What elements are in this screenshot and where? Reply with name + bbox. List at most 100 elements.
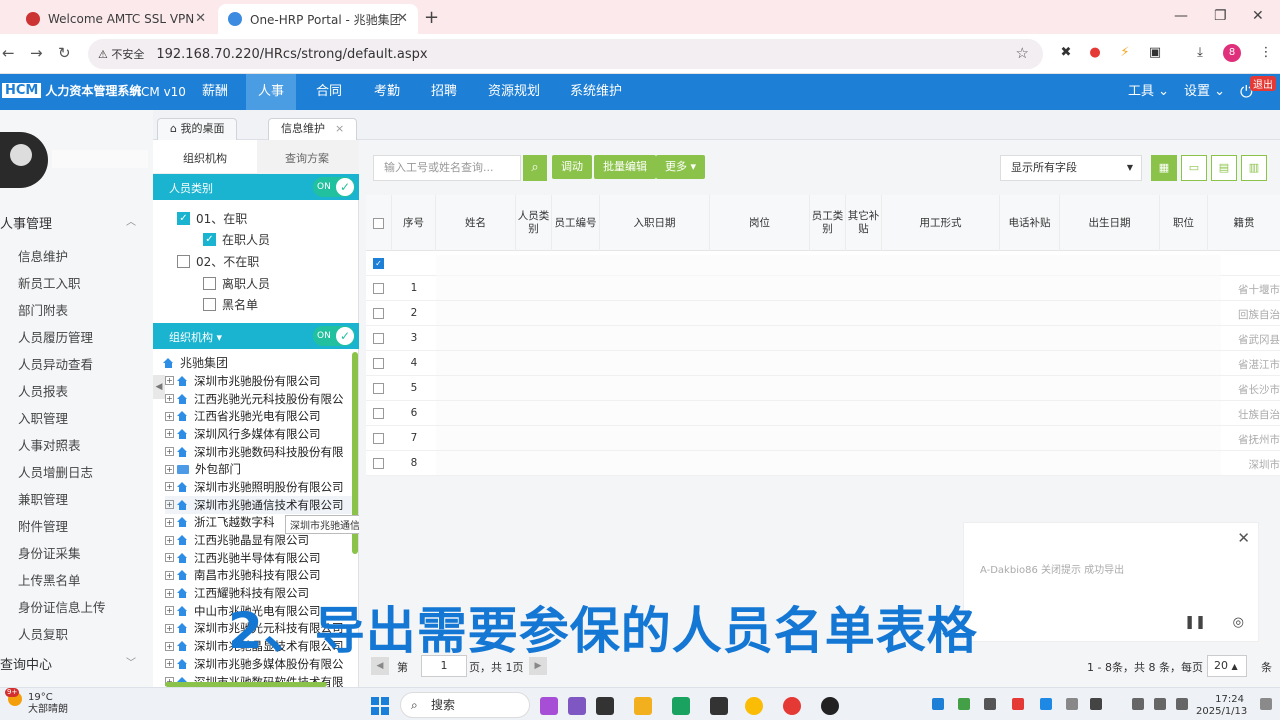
tray-icon[interactable] <box>984 698 996 710</box>
sidebar-item-log[interactable]: 人员增删日志 <box>18 462 93 481</box>
tree-node[interactable]: + 深圳风行多媒体有限公司 <box>165 425 355 443</box>
sidebar-item-rehire[interactable]: 人员复职 <box>18 624 68 643</box>
sidebar-section-personnel[interactable]: 人事管理 ︿ <box>0 213 150 232</box>
transfer-button[interactable]: 调动 <box>552 155 592 179</box>
menu-attendance[interactable]: 考勤 <box>362 74 412 110</box>
col-header[interactable]: 籍贯 <box>1208 195 1280 251</box>
card-view-icon[interactable]: ▭ <box>1181 155 1207 181</box>
tree-node[interactable]: + 江西兆驰光元科技股份有限公 <box>165 390 355 408</box>
col-header[interactable]: 其它补贴 <box>846 195 882 251</box>
tray-icon[interactable] <box>1040 698 1052 710</box>
extension-x-icon[interactable]: ✖ <box>1058 45 1074 61</box>
col-header[interactable]: 员工类别 <box>810 195 846 251</box>
app-icon[interactable] <box>710 697 728 715</box>
sidebar-item-blacklist[interactable]: 上传黑名单 <box>18 570 81 589</box>
menu-resource-planning[interactable]: 资源规划 <box>476 74 552 110</box>
checkbox-checked-icon[interactable]: ✓ <box>373 258 384 269</box>
sidebar-item-reports[interactable]: 人员报表 <box>18 381 68 400</box>
table-row[interactable]: 5 省长沙市 <box>366 376 1280 401</box>
table-row[interactable]: 8 深圳市 <box>366 451 1280 476</box>
battery-icon[interactable] <box>1176 698 1188 710</box>
profile-avatar[interactable]: 8 <box>1223 44 1241 62</box>
grid-view-icon[interactable]: ▦ <box>1151 155 1177 181</box>
category-checkbox-resigned[interactable]: 离职人员 <box>203 275 270 292</box>
extension-bolt-icon[interactable]: ⚡ <box>1117 45 1133 61</box>
close-icon[interactable]: ✕ <box>397 11 408 26</box>
table-row[interactable]: 2 回族自治 <box>366 301 1280 326</box>
weather-widget[interactable]: 9+ 19°C 大部晴朗 <box>5 688 68 716</box>
category-checkbox-onjob[interactable]: ✓ 01、在职 <box>177 210 247 227</box>
col-header[interactable]: 职位 <box>1160 195 1208 251</box>
sidebar-item-dept-table[interactable]: 部门附表 <box>18 300 68 319</box>
tree-node[interactable]: + 深圳市兆驰股份有限公司 <box>165 372 355 390</box>
minimize-icon[interactable]: — <box>1174 8 1188 24</box>
url-field[interactable]: ⚠ 不安全 192.168.70.220/HRcs/strong/default… <box>88 39 1043 69</box>
exit-button[interactable]: 退出 <box>1250 76 1276 91</box>
table-row[interactable]: 4 省湛江市 <box>366 351 1280 376</box>
sidebar-item-info[interactable]: 信息维护 <box>18 246 68 265</box>
menu-system[interactable]: 系统维护 <box>558 74 634 110</box>
tree-node[interactable]: + 江西兆驰半导体有限公司 <box>165 549 355 567</box>
avatar[interactable] <box>0 132 48 188</box>
file-explorer-icon[interactable] <box>634 697 652 715</box>
tab-info[interactable]: 信息维护 × <box>268 118 358 140</box>
tree-node[interactable]: + 南昌市兆驰科技有限公司 <box>165 567 355 585</box>
target-icon[interactable]: ◎ <box>1233 615 1244 630</box>
tray-icon[interactable] <box>932 698 944 710</box>
notification-icon[interactable] <box>1260 698 1272 710</box>
table-row[interactable]: 6 壮族自治 <box>366 401 1280 426</box>
bookmark-star-icon[interactable]: ☆ <box>1016 44 1029 62</box>
windows-start-icon[interactable] <box>371 697 389 715</box>
close-window-icon[interactable]: ✕ <box>1252 8 1264 24</box>
sidebar-item-idcard[interactable]: 身份证采集 <box>18 543 81 562</box>
app-icon[interactable] <box>783 697 801 715</box>
col-header[interactable]: 岗位 <box>710 195 810 251</box>
more-button[interactable]: 更多 ▾ <box>656 155 706 179</box>
row-checkbox[interactable] <box>373 458 384 469</box>
row-checkbox[interactable] <box>373 433 384 444</box>
sidebar-item-onboarding[interactable]: 新员工入职 <box>18 273 81 292</box>
tree-node[interactable]: + 深圳市兆驰通信技术有限公司 <box>165 495 355 514</box>
sidebar-item-resume[interactable]: 人员履历管理 <box>18 327 93 346</box>
close-icon[interactable]: ✕ <box>1237 529 1250 547</box>
settings-menu[interactable]: 设置 ⌄ <box>1184 74 1225 110</box>
tree-root[interactable]: 兆驰集团 <box>163 354 228 371</box>
app-icon[interactable] <box>568 697 586 715</box>
app-icon[interactable] <box>821 697 839 715</box>
select-all-checkbox[interactable] <box>373 217 384 229</box>
pause-icon[interactable]: ❚❚ <box>1184 615 1206 630</box>
forward-icon[interactable]: → <box>30 44 43 62</box>
col-header[interactable]: 电话补贴 <box>1000 195 1060 251</box>
category-checkbox-blacklist[interactable]: 黑名单 <box>203 296 258 313</box>
tray-icon[interactable] <box>1090 698 1102 710</box>
row-checkbox[interactable] <box>373 333 384 344</box>
search-button[interactable]: ⌕ <box>523 155 547 181</box>
col-header[interactable]: 员工编号 <box>552 195 600 251</box>
menu-personnel[interactable]: 人事 <box>246 74 297 110</box>
download-icon[interactable]: ⤓ <box>1192 45 1208 61</box>
tab-query-plan[interactable]: 查询方案 <box>285 150 329 166</box>
menu-recruit[interactable]: 招聘 <box>419 74 469 110</box>
org-toggle[interactable]: ON ✓ <box>313 326 355 346</box>
field-select[interactable]: 显示所有字段 ▼ <box>1000 155 1142 181</box>
tray-icon[interactable] <box>958 698 970 710</box>
col-header[interactable]: 出生日期 <box>1060 195 1160 251</box>
browser-menu-icon[interactable]: ⋮ <box>1258 45 1274 61</box>
restore-icon[interactable]: ❐ <box>1214 8 1227 24</box>
taskbar-search[interactable]: ⌕ 搜索 <box>400 692 530 718</box>
page-size-select[interactable]: 20 ▲ <box>1207 655 1247 677</box>
volume-icon[interactable] <box>1154 698 1166 710</box>
back-icon[interactable]: ← <box>2 44 15 62</box>
sidebar-item-changes[interactable]: 人员异动查看 <box>18 354 93 373</box>
extensions-puzzle-icon[interactable]: ▣ <box>1147 45 1163 61</box>
tree-node[interactable]: + 深圳市兆驰数码科技股份有限 <box>165 443 355 461</box>
new-tab-button[interactable]: + <box>424 7 439 28</box>
tray-icon[interactable] <box>1012 698 1024 710</box>
tab-home[interactable]: ⌂ 我的桌面 <box>157 118 238 140</box>
browser-tab-hrp[interactable]: One-HRP Portal - 兆驰集团测 ✕ <box>218 4 418 34</box>
app-icon[interactable] <box>540 697 558 715</box>
browser-tab-vpn[interactable]: Welcome AMTC SSL VPN ✕ <box>16 4 216 34</box>
export-icon[interactable]: ▥ <box>1241 155 1267 181</box>
row-checkbox[interactable] <box>373 408 384 419</box>
row-checkbox[interactable] <box>373 308 384 319</box>
